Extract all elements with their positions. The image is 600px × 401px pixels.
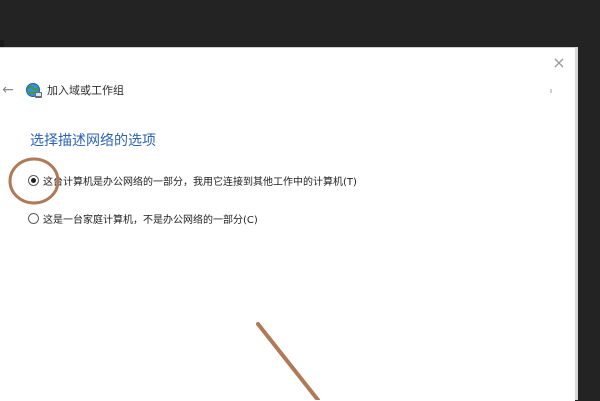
office-network-option[interactable]: 这台计算机是办公网络的一部分，我用它连接到其他工作中的计算机(T) [28,171,357,189]
wizard-title: 加入域或工作组 [47,84,124,97]
page-heading: 选择描述网络的选项 [30,133,156,149]
window-border [575,47,578,400]
home-computer-option[interactable]: 这是一台家庭计算机，不是办公网络的一部分(C) [28,209,258,227]
home-computer-radio[interactable] [28,212,39,224]
window-edge-mark [550,89,552,93]
join-domain-wizard-window: × ← 加入域或工作组 选择描述网络的选项 这台计算机是办公网络的一部分，我用它… [0,47,575,401]
network-globe-icon [26,83,42,98]
office-network-label: 这台计算机是办公网络的一部分，我用它连接到其他工作中的计算机(T) [43,176,357,188]
home-computer-label: 这是一台家庭计算机，不是办公网络的一部分(C) [43,214,258,226]
office-network-radio[interactable] [28,174,39,186]
close-icon[interactable]: × [549,53,569,73]
back-arrow-icon[interactable]: ← [0,80,16,100]
